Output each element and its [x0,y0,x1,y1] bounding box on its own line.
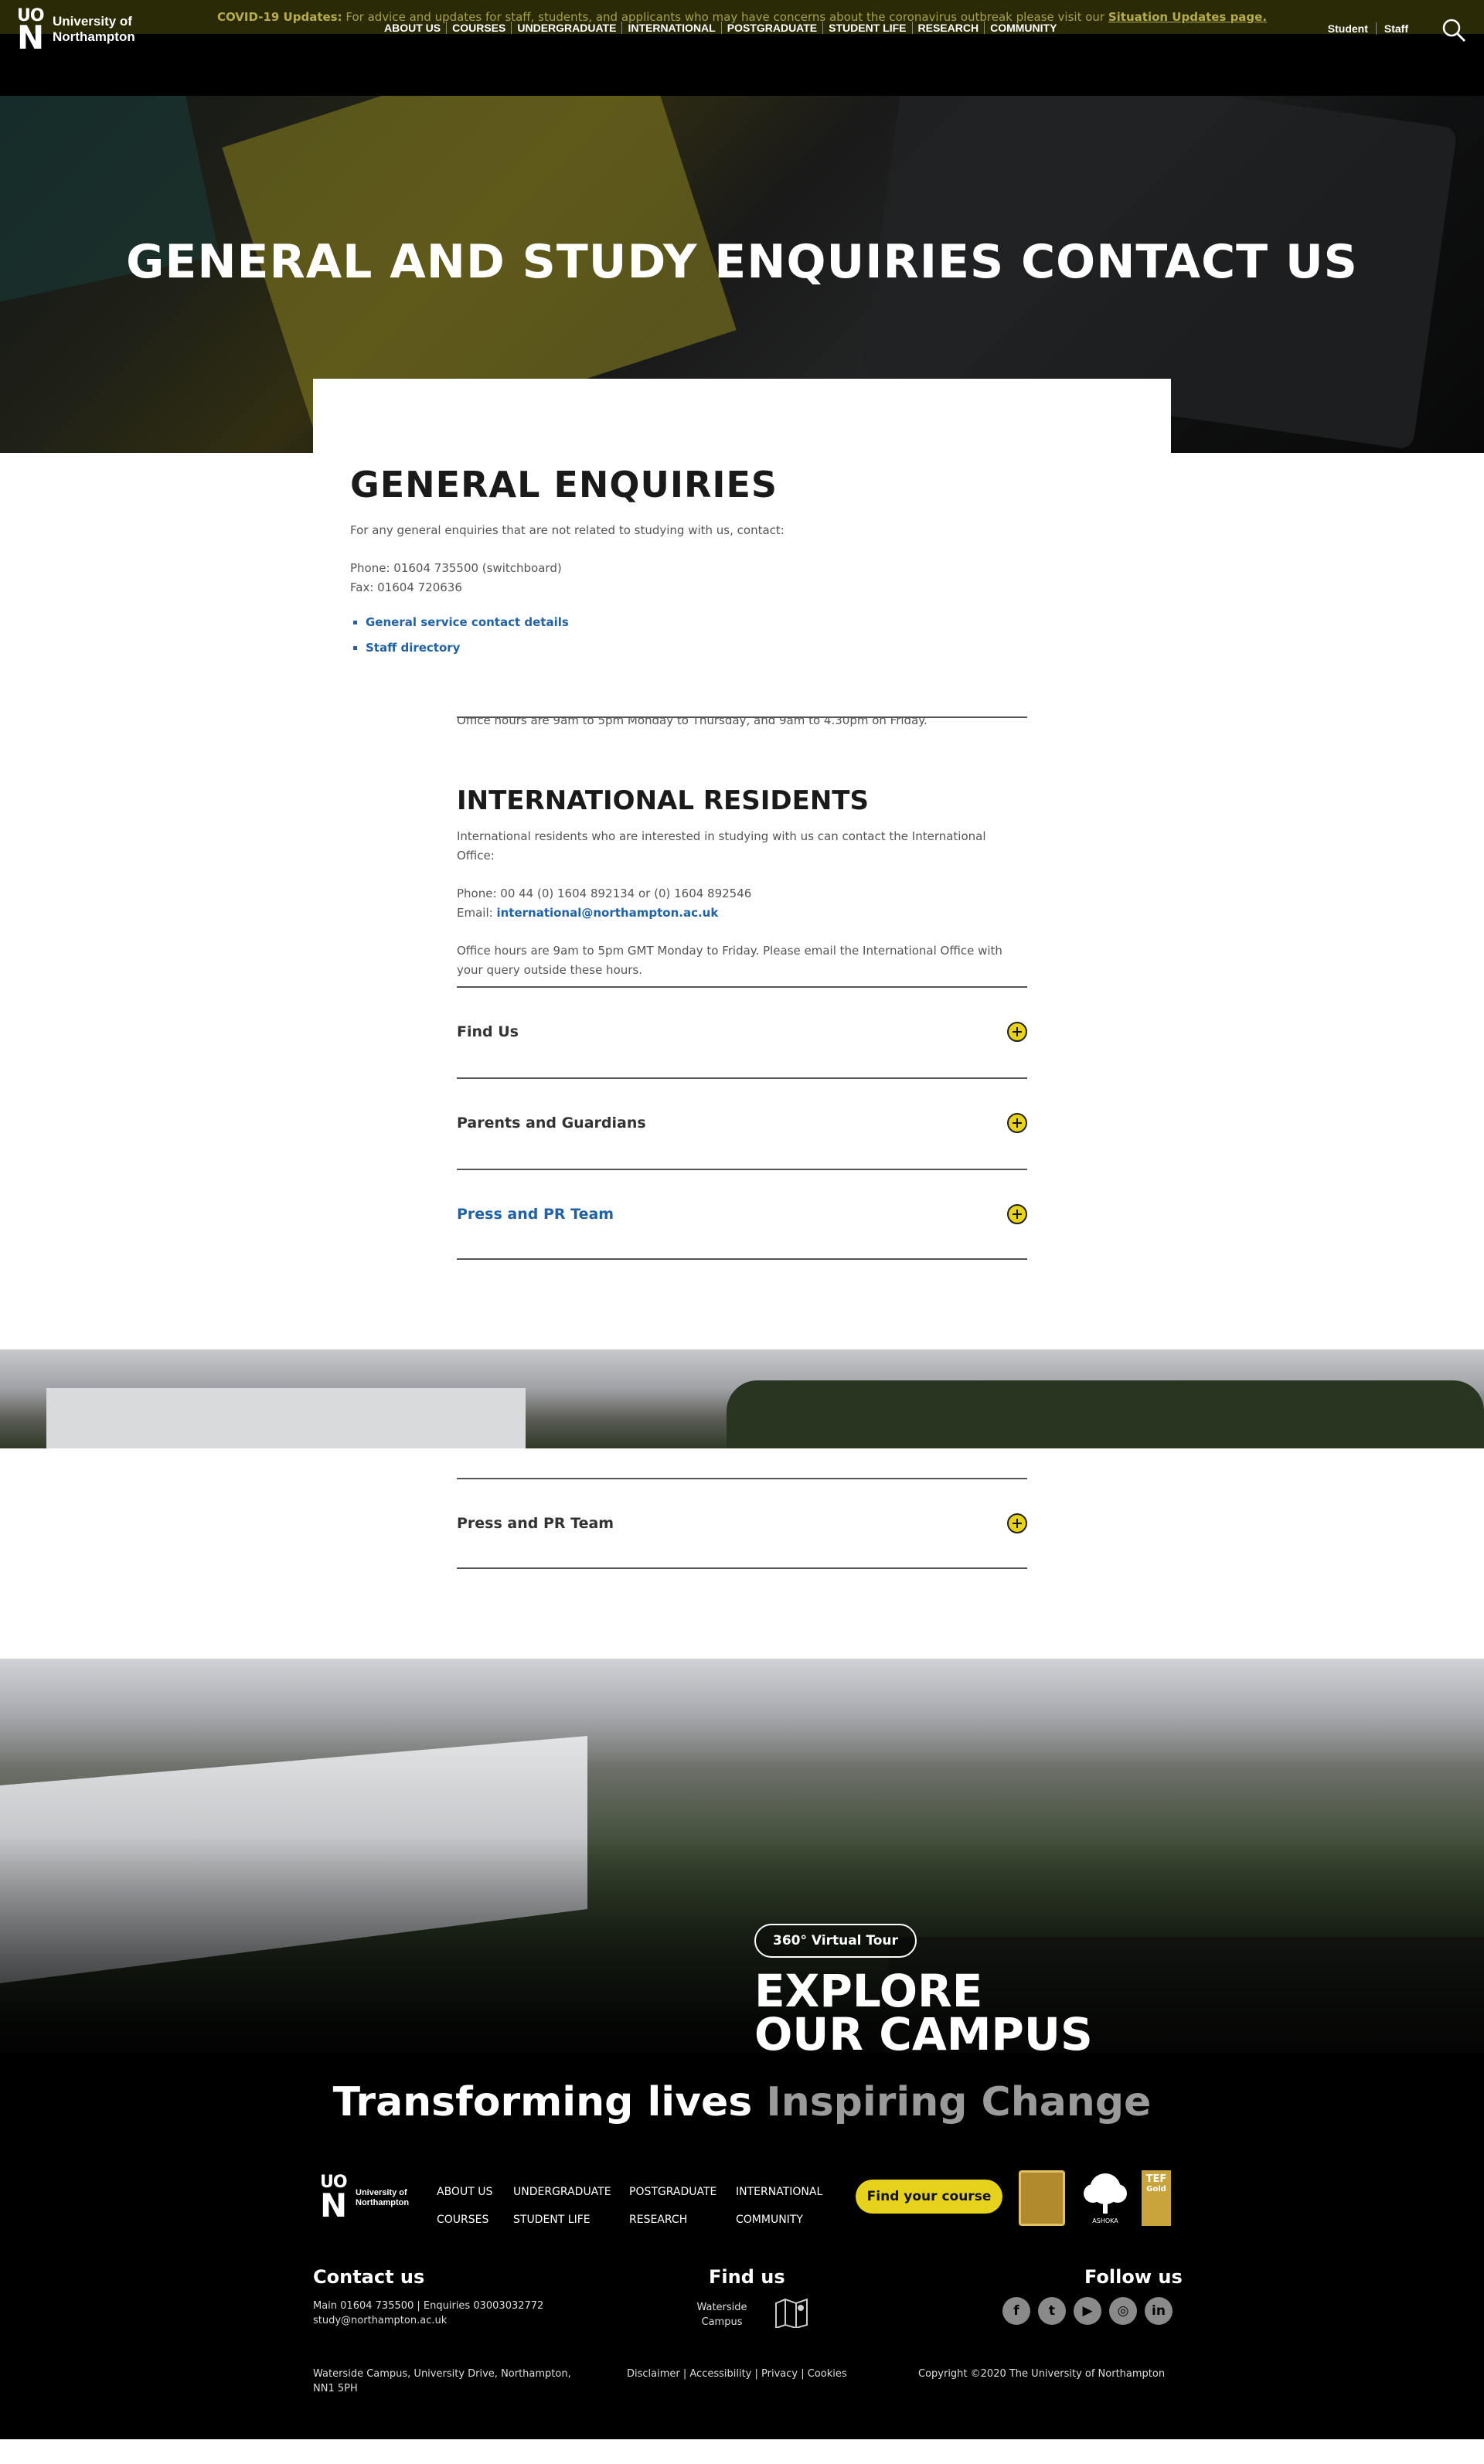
twitter-icon[interactable]: t [1038,2297,1066,2325]
footer-tagline: Transforming lives Inspiring Change [332,2079,1152,2125]
nav-community[interactable]: COMMUNITY [984,22,1062,34]
footer-nav-col-4: INTERNATIONAL COMMUNITY [736,2178,822,2234]
footer-logo-text: University of Northampton [356,2188,410,2207]
footer-nav-col-2: UNDERGRADUATE STUDENT LIFE [513,2178,611,2234]
nav-international[interactable]: INTERNATIONAL [621,22,720,34]
general-service-link[interactable]: General service contact details [366,610,1030,635]
tef-gold-badge: TEF Gold [1142,2170,1171,2226]
general-enquiries-section: GENERAL ENQUIRIES For any general enquir… [350,464,1030,661]
international-phone: Phone: 00 44 (0) 1604 892134 or (0) 1604… [457,887,752,900]
follow-us-heading: Follow us [1084,2266,1183,2288]
general-fax: Fax: 01604 720636 [350,580,462,594]
contact-details: Main 01604 735500 | Enquiries 0300303277… [313,2300,544,2328]
accordion-press[interactable]: Press and PR Team [457,1169,1027,1260]
general-phone: Phone: 01604 735500 (switchboard) [350,561,562,575]
map-icon[interactable] [774,2297,808,2331]
footer-community[interactable]: COMMUNITY [736,2206,822,2234]
footer-international[interactable]: INTERNATIONAL [736,2178,822,2206]
footer-courses[interactable]: COURSES [437,2206,492,2234]
accordion-label: Find Us [457,1023,519,1040]
logo-text: University of Northampton [53,14,135,44]
international-hours-2: your query outside these hours. [457,963,642,977]
plus-icon[interactable] [1007,1204,1027,1224]
accordion-label: Press and PR Team [457,1206,614,1223]
nav-postgraduate[interactable]: POSTGRADUATE [720,22,822,34]
explore-campus-heading[interactable]: EXPLORE OUR CAMPUS [754,1969,1093,2057]
international-intro: International residents who are interest… [457,829,986,863]
svg-text:ASHOKA: ASHOKA [1092,2217,1118,2224]
footer-logo[interactable]: UO N University of Northampton [320,2174,409,2222]
find-us-heading: Find us [709,2266,785,2288]
youtube-icon[interactable]: ▶ [1074,2297,1101,2325]
university-logo[interactable]: UO N University of Northampton [17,6,135,56]
accordion-find-us[interactable]: Find Us [457,986,1027,1077]
nav-undergraduate[interactable]: UNDERGRADUATE [511,22,621,34]
staff-directory-link[interactable]: Staff directory [366,635,1030,661]
main-nav: ABOUT US COURSES UNDERGRADUATE INTERNATI… [384,22,1062,34]
footer-nav-col-1: ABOUT US COURSES [437,2178,492,2234]
ashoka-badge: ASHOKA [1074,2170,1136,2226]
virtual-tour-button[interactable]: 360° Virtual Tour [754,1924,917,1958]
campus-image [0,1659,1484,2053]
facebook-icon[interactable]: f [1002,2297,1030,2325]
student-link[interactable]: Student [1320,22,1376,35]
footer-about-us[interactable]: ABOUT US [437,2178,492,2206]
find-your-course-button[interactable]: Find your course [856,2180,1002,2214]
nav-about-us[interactable]: ABOUT US [384,22,446,34]
uon-logo-mark: UO N [17,6,45,56]
covid-label: COVID-19 Updates: [216,10,342,24]
footer-research[interactable]: RESEARCH [629,2206,716,2234]
general-intro: For any general enquiries that are not r… [350,523,785,537]
footer-address: Waterside Campus, University Drive, Nort… [313,2368,571,2394]
footer-legal-links[interactable]: Disclaimer | Accessibility | Privacy | C… [627,2367,847,2381]
international-email-link[interactable]: international@northampton.ac.uk [496,906,718,920]
contact-heading: Contact us [313,2266,425,2288]
international-email-line: Email: international@northampton.ac.uk [457,906,719,920]
content-card-top [313,379,1171,453]
international-section: INTERNATIONAL RESIDENTS International re… [457,785,1027,980]
accordion-label: Parents and Guardians [457,1115,646,1132]
accordion-parents[interactable]: Parents and Guardians [457,1077,1027,1169]
user-nav: Student Staff [1320,22,1416,35]
gold-award-badge [1019,2170,1065,2226]
nav-student-life[interactable]: STUDENT LIFE [822,22,911,34]
international-hours-1: Office hours are 9am to 5pm GMT Monday t… [457,944,1002,958]
nav-courses[interactable]: COURSES [446,22,511,34]
general-enquiries-heading: GENERAL ENQUIRIES [350,464,778,505]
staff-link[interactable]: Staff [1375,22,1416,35]
general-links: General service contact details Staff di… [366,610,1030,661]
campus-strip-image [0,1349,1484,1448]
footer-nav-col-3: POSTGRADUATE RESEARCH [629,2178,716,2234]
accordion-label: Press and PR Team [457,1515,614,1532]
page-title: GENERAL AND STUDY ENQUIRIES CONTACT US [126,235,1358,289]
contact-email-link[interactable]: study@northampton.ac.uk [313,2313,543,2328]
footer-copyright: Copyright ©2020 The University of Northa… [918,2368,1166,2380]
footer-undergraduate[interactable]: UNDERGRADUATE [513,2178,611,2206]
instagram-icon[interactable]: ◎ [1109,2297,1137,2325]
footer-postgraduate[interactable]: POSTGRADUATE [629,2178,716,2206]
plus-icon[interactable] [1007,1022,1027,1042]
office-hours-clipped: Office hours are 9am to 5pm Monday to Th… [457,718,928,727]
situation-updates-link[interactable]: Situation Updates page. [1108,10,1267,24]
linkedin-icon[interactable]: in [1145,2297,1173,2325]
footer-student-life[interactable]: STUDENT LIFE [513,2206,611,2234]
accordion-press-repeat[interactable]: Press and PR Team [457,1478,1027,1569]
plus-icon[interactable] [1007,1513,1027,1533]
nav-research[interactable]: RESEARCH [911,22,985,34]
search-icon[interactable] [1441,17,1467,43]
plus-icon[interactable] [1007,1113,1027,1133]
waterside-campus-link[interactable]: Waterside Campus [689,2300,754,2330]
uon-logo-mark: UO N [320,2173,348,2224]
international-heading: INTERNATIONAL RESIDENTS [457,785,869,816]
